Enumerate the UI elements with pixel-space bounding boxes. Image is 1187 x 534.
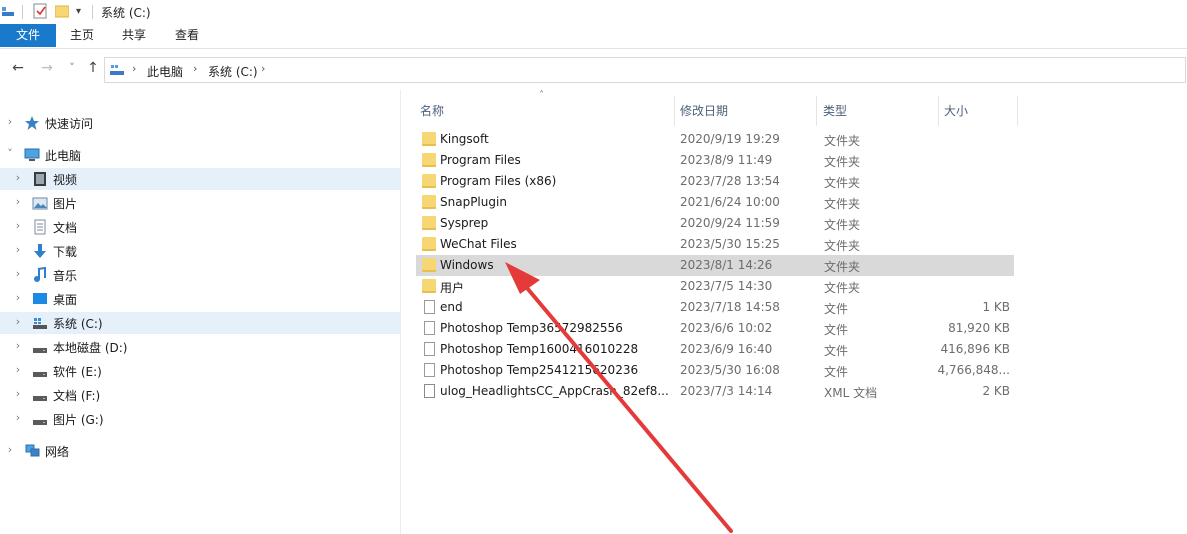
annotation-arrow (505, 262, 733, 533)
